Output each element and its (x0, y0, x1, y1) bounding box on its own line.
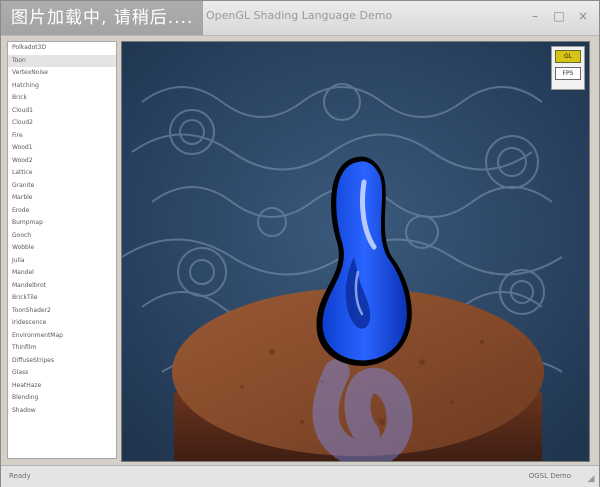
gl-badge[interactable]: GL FPS (551, 46, 585, 90)
shader-list-item[interactable]: ToonShader2 (8, 305, 116, 318)
minimize-button[interactable]: – (527, 8, 543, 24)
status-app-name: OGSL Demo (528, 472, 571, 480)
maximize-button[interactable]: □ (551, 8, 567, 24)
shader-list-item[interactable]: Gooch (8, 230, 116, 243)
window-title: OpenGL Shading Language Demo (206, 9, 393, 22)
shader-list-item[interactable]: Toon (8, 54, 116, 67)
app-window: OpenGL Shading Language Demo – □ × 图片加载中… (0, 0, 600, 487)
shader-list-item[interactable]: Wobble (8, 242, 116, 255)
shader-list-item[interactable]: Blending (8, 392, 116, 405)
close-button[interactable]: × (575, 8, 591, 24)
render-canvas (122, 42, 589, 461)
shader-list-item[interactable]: Granite (8, 180, 116, 193)
shader-list-item[interactable]: Polkadot3D (8, 42, 116, 55)
shader-list-item[interactable]: Wood1 (8, 142, 116, 155)
shader-list-item[interactable]: Thinfilm (8, 342, 116, 355)
badge-top-label: GL (555, 50, 581, 63)
resize-grip-icon[interactable]: ◢ (585, 473, 597, 485)
shader-list-item[interactable]: BrickTile (8, 292, 116, 305)
shader-list-item[interactable]: Mandelbrot (8, 280, 116, 293)
shader-list-item[interactable]: Iridescence (8, 317, 116, 330)
loading-banner: 图片加载中, 请稍后.... (1, 1, 204, 35)
shader-list-item[interactable]: Julia (8, 255, 116, 268)
shader-list-item[interactable]: VertexNoise (8, 67, 116, 80)
shader-list-item[interactable]: Shadow (8, 405, 116, 418)
shader-list-item[interactable]: HeatHaze (8, 380, 116, 393)
shader-list-item[interactable]: EnvironmentMap (8, 330, 116, 343)
title-bar: OpenGL Shading Language Demo – □ × 图片加载中… (1, 1, 599, 36)
shader-list-item[interactable]: Brick (8, 92, 116, 105)
shader-list-item[interactable]: Hatching (8, 80, 116, 93)
shader-list-item[interactable]: Cloud2 (8, 117, 116, 130)
window-controls: – □ × (527, 8, 591, 24)
status-bar: Ready OGSL Demo ◢ (1, 465, 599, 487)
shader-list-item[interactable]: Lattice (8, 167, 116, 180)
object-reflection (312, 359, 413, 461)
shader-list[interactable]: Polkadot3D Toon VertexNoise Hatching Brick Cl… (7, 41, 117, 459)
shader-list-item[interactable]: Cloud1 (8, 105, 116, 118)
shader-list-item[interactable]: Erode (8, 205, 116, 218)
shader-list-item[interactable]: Mandel (8, 267, 116, 280)
shader-list-item[interactable]: Fire (8, 130, 116, 143)
shader-list-item[interactable]: Wood2 (8, 155, 116, 168)
render-viewport[interactable]: GL FPS (121, 41, 590, 462)
shader-list-item[interactable]: Bumpmap (8, 217, 116, 230)
shader-list-item[interactable]: Marble (8, 192, 116, 205)
shader-list-item[interactable]: Glass (8, 367, 116, 380)
badge-bottom-label: FPS (555, 67, 581, 80)
shader-list-item[interactable]: DiffuseStripes (8, 355, 116, 368)
status-text: Ready (9, 472, 31, 480)
